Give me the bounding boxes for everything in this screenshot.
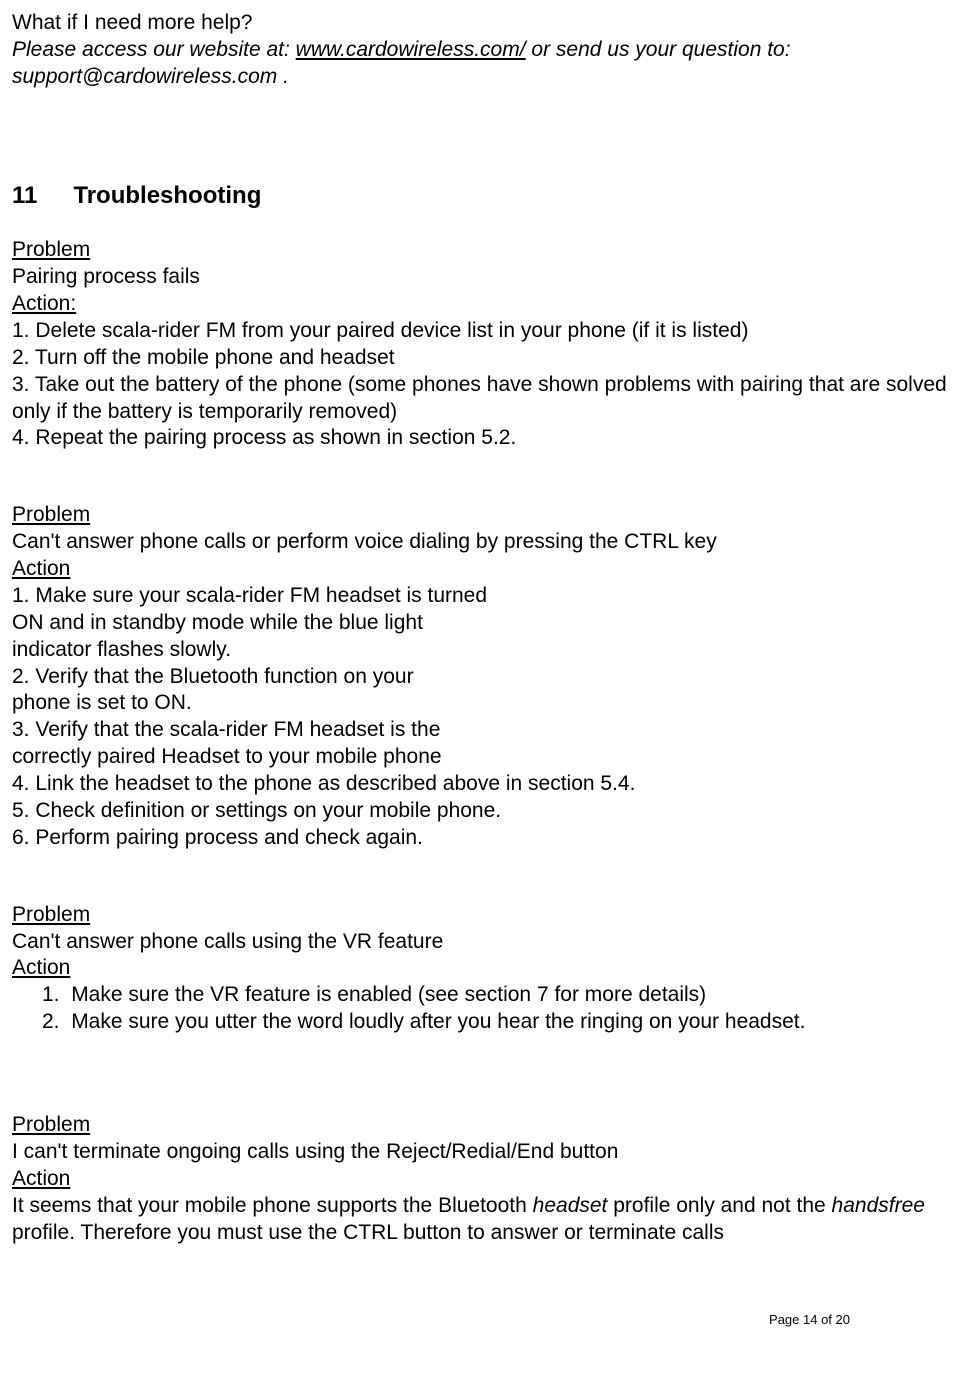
problem-label: Problem: [12, 1112, 955, 1139]
problem-label: Problem: [12, 237, 955, 264]
profile-headset: headset: [533, 1194, 608, 1217]
action-step: correctly paired Headset to your mobile …: [12, 744, 955, 771]
problem-text: Can't answer phone calls or perform voic…: [12, 529, 955, 556]
action-step: phone is set to ON.: [12, 690, 955, 717]
action-label: Action: [12, 955, 955, 982]
action-step: 5. Check definition or settings on your …: [12, 798, 955, 825]
action-step: 3. Take out the battery of the phone (so…: [12, 372, 955, 426]
list-number: 1.: [42, 983, 60, 1006]
text: profile. Therefore you must use the CTRL…: [12, 1221, 724, 1244]
list-number: 2.: [42, 1010, 60, 1033]
problem-label: Problem: [12, 902, 955, 929]
problem-text: Can't answer phone calls using the VR fe…: [12, 929, 955, 956]
section-title: Troubleshooting: [73, 182, 261, 209]
action-label: Action: [12, 1166, 955, 1193]
text: It seems that your mobile phone supports…: [12, 1194, 533, 1217]
action-step: 4. Link the headset to the phone as desc…: [12, 771, 955, 798]
action-step: 6. Perform pairing process and check aga…: [12, 825, 955, 852]
action-step: 1. Make sure your scala-rider FM headset…: [12, 583, 955, 610]
action-paragraph: It seems that your mobile phone supports…: [12, 1193, 955, 1247]
action-step: 3. Verify that the scala-rider FM headse…: [12, 717, 955, 744]
text: profile only and not the: [607, 1194, 831, 1217]
section-number: 11: [12, 181, 37, 212]
action-step: ON and in standby mode while the blue li…: [12, 610, 955, 637]
action-label: Action:: [12, 291, 955, 318]
action-step: 2. Verify that the Bluetooth function on…: [12, 664, 955, 691]
help-prefix: Please access our website at:: [12, 38, 296, 61]
help-question: What if I need more help?: [12, 10, 955, 37]
page-footer: Page 14 of 20: [12, 1312, 955, 1329]
action-label: Action: [12, 556, 955, 583]
action-list-item: 2. Make sure you utter the word loudly a…: [12, 1009, 955, 1036]
action-step: 1. Delete scala-rider FM from your paire…: [12, 318, 955, 345]
help-link[interactable]: www.cardowireless.com/: [296, 38, 526, 61]
action-step: 4. Repeat the pairing process as shown i…: [12, 425, 955, 452]
list-text: Make sure you utter the word loudly afte…: [71, 1010, 805, 1033]
section-heading: 11 Troubleshooting: [12, 181, 955, 212]
action-list-item: 1. Make sure the VR feature is enabled (…: [12, 982, 955, 1009]
list-text: Make sure the VR feature is enabled (see…: [71, 983, 706, 1006]
help-answer: Please access our website at: www.cardow…: [12, 37, 955, 91]
action-step: indicator flashes slowly.: [12, 637, 955, 664]
profile-handsfree: handsfree: [832, 1194, 925, 1217]
problem-label: Problem: [12, 502, 955, 529]
problem-text: Pairing process fails: [12, 264, 955, 291]
problem-text: I can't terminate ongoing calls using th…: [12, 1139, 955, 1166]
action-step: 2. Turn off the mobile phone and headset: [12, 345, 955, 372]
